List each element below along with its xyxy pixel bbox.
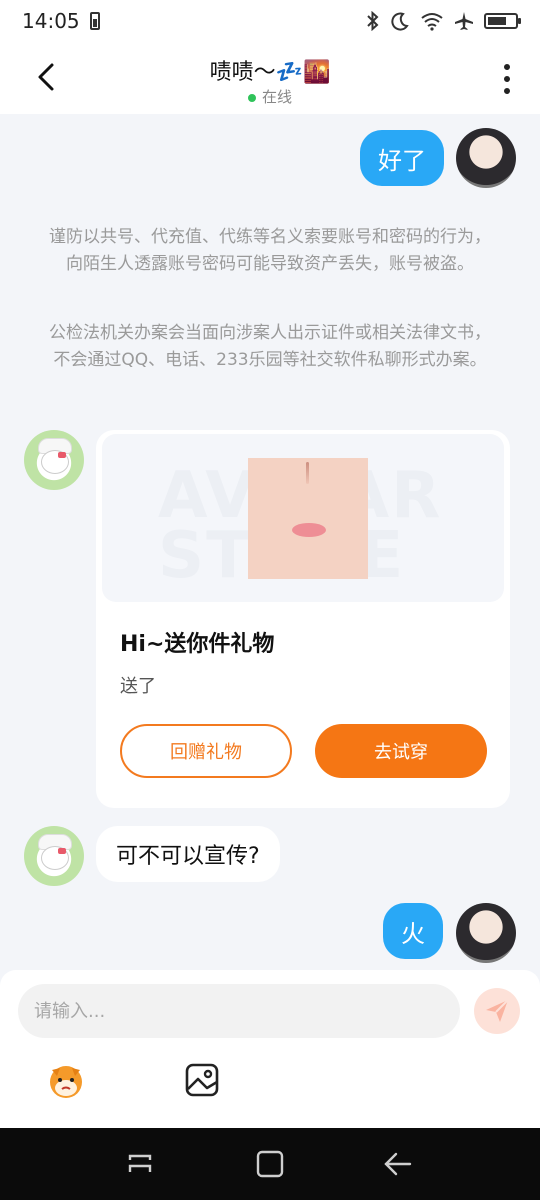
- gift-subtitle: 送了: [120, 676, 156, 697]
- self-avatar[interactable]: [456, 903, 516, 963]
- other-avatar[interactable]: [24, 430, 84, 490]
- moon-icon: [391, 12, 409, 31]
- airplane-icon: [455, 12, 473, 30]
- gift-title: Hi~送你件礼物: [120, 632, 275, 657]
- security-notice-account: 谨防以共号、代充值、代练等名义索要账号和密码的行为，向陌生人透露账号密码可能导致…: [49, 227, 491, 274]
- bluetooth-icon: [367, 11, 379, 31]
- clock-time: 14:05: [22, 9, 80, 33]
- message-input[interactable]: [18, 984, 460, 1038]
- security-notice-police: 公检法机关办案会当面向涉案人出示证件或相关法律文书，不会通过QQ、电话、233乐…: [49, 323, 491, 370]
- more-options-icon[interactable]: [504, 64, 512, 94]
- sent-message-bubble[interactable]: 火: [383, 903, 443, 959]
- battery-saver-icon: [89, 12, 100, 30]
- chat-title-text: 啧啧～: [209, 60, 276, 85]
- sent-message-bubble[interactable]: 好了: [360, 130, 444, 186]
- battery-icon: [484, 13, 521, 29]
- other-avatar[interactable]: [24, 826, 84, 886]
- received-message-bubble[interactable]: 可不可以宣传?: [96, 826, 280, 882]
- online-status: 在线: [0, 86, 540, 107]
- send-button[interactable]: [474, 988, 520, 1034]
- emoji-icon[interactable]: [44, 1060, 88, 1100]
- message-composer: [0, 970, 540, 1128]
- gift-preview-image: AVATAR STORE: [102, 434, 504, 602]
- chat-header: 啧啧～💤🌇 在线: [0, 42, 540, 114]
- gift-card[interactable]: AVATAR STORE Hi~送你件礼物 送了 回赠礼物 去试穿: [96, 430, 510, 808]
- online-dot-icon: [247, 93, 256, 102]
- home-icon[interactable]: [254, 1148, 286, 1180]
- recent-apps-icon[interactable]: [124, 1148, 156, 1180]
- image-picker-icon[interactable]: [184, 1062, 220, 1098]
- self-avatar[interactable]: [456, 128, 516, 188]
- status-bar: 14:05: [0, 0, 540, 42]
- system-nav-bar: [0, 1128, 540, 1200]
- return-gift-button[interactable]: 回赠礼物: [120, 724, 292, 778]
- wifi-icon: [421, 13, 443, 31]
- chat-title: 啧啧～💤🌇: [0, 54, 540, 86]
- online-status-text: 在线: [261, 88, 292, 106]
- back-nav-icon[interactable]: [382, 1148, 414, 1180]
- title-emoji: 💤🌇: [275, 60, 331, 85]
- try-on-button[interactable]: 去试穿: [315, 724, 487, 778]
- send-icon: [486, 999, 509, 1022]
- face-skin-item: [248, 458, 368, 579]
